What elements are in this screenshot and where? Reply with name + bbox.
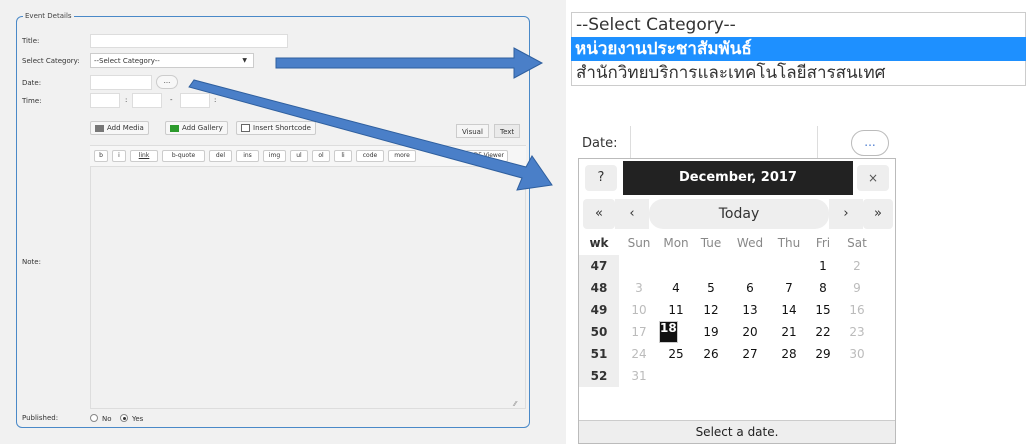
arrow-to-dropdown-icon	[275, 47, 544, 79]
arrow-to-calendar-icon	[188, 79, 553, 191]
annotation-arrows	[188, 47, 553, 191]
